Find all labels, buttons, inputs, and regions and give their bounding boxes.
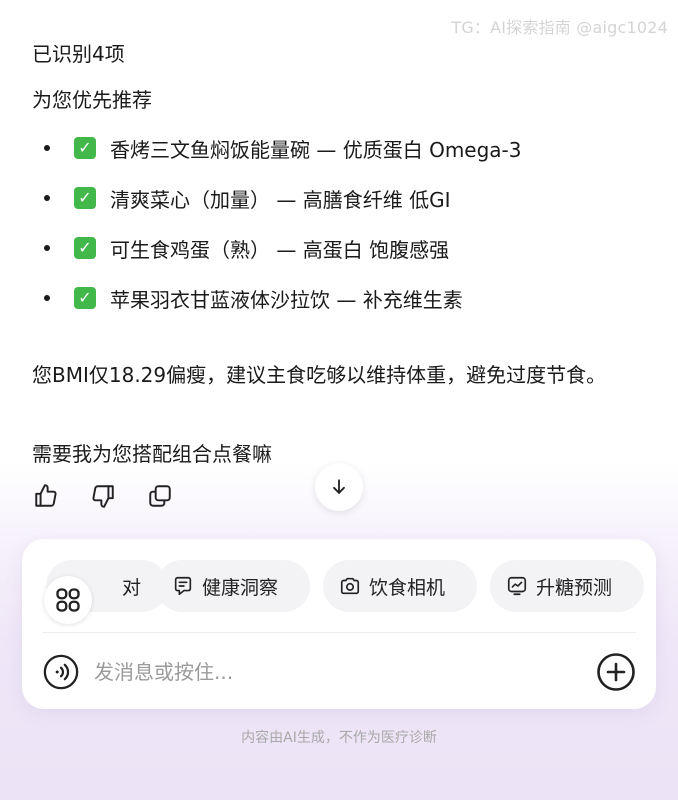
recommendation-list: ✓ 香烤三文鱼焖饭能量碗 — 优质蛋白 Omega-3 ✓ 清爽菜心（加量） —… (32, 134, 522, 334)
chip-label: 饮食相机 (369, 576, 446, 599)
chip-food-camera[interactable]: 饮食相机 (323, 560, 477, 612)
list-item: ✓ 可生食鸡蛋（熟） — 高蛋白 饱腹感强 (32, 234, 522, 262)
chip-label: 健康洞察 (202, 576, 279, 599)
thumbs-up-icon[interactable] (33, 483, 59, 509)
chip-label: 对 (122, 576, 142, 599)
bullet-icon (44, 295, 50, 301)
message-input-row (42, 649, 636, 695)
chip-label: 升糖预测 (536, 576, 613, 599)
glucose-chart-icon (507, 576, 527, 596)
list-item: ✓ 苹果羽衣甘蓝液体沙拉饮 — 补充维生素 (32, 284, 522, 312)
list-item: ✓ 香烤三文鱼焖饭能量碗 — 优质蛋白 Omega-3 (32, 134, 522, 162)
health-insight-icon (174, 576, 192, 596)
recommendation-text: 香烤三文鱼焖饭能量碗 — 优质蛋白 Omega-3 (110, 137, 522, 162)
bullet-icon (44, 145, 50, 151)
message-actions (33, 483, 173, 509)
composer-panel: 对 健康洞察 饮食相机 升糖预测 (22, 539, 656, 709)
grid-icon (56, 588, 80, 612)
check-icon: ✓ (74, 237, 96, 259)
scroll-to-bottom-button[interactable] (315, 463, 363, 511)
identified-count-text: 已识别4项 (32, 42, 125, 66)
bullet-icon (44, 245, 50, 251)
recommend-heading: 为您优先推荐 (32, 88, 152, 112)
composer-divider (42, 632, 636, 633)
recommendation-text: 苹果羽衣甘蓝液体沙拉饮 — 补充维生素 (110, 287, 463, 312)
list-item: ✓ 清爽菜心（加量） — 高膳食纤维 低GI (32, 184, 522, 212)
recommendation-text: 清爽菜心（加量） — 高膳食纤维 低GI (110, 187, 451, 212)
watermark: TG：AI探索指南 @aigc1024 (451, 18, 668, 37)
bmi-advice-text: 您BMI仅18.29偏瘦，建议主食吃够以维持体重，避免过度节食。 (32, 363, 607, 387)
copy-icon[interactable] (147, 483, 173, 509)
camera-icon (340, 577, 360, 595)
follow-up-question: 需要我为您搭配组合点餐嘛 (32, 442, 272, 466)
plus-icon[interactable] (596, 652, 636, 692)
check-icon: ✓ (74, 287, 96, 309)
voice-input-icon[interactable] (42, 653, 80, 691)
apps-grid-button[interactable] (44, 576, 92, 624)
ai-disclaimer: 内容由AI生成，不作为医疗诊断 (241, 730, 437, 746)
check-icon: ✓ (74, 137, 96, 159)
arrow-down-icon (333, 479, 345, 494)
thumbs-down-icon[interactable] (90, 483, 116, 509)
message-input[interactable] (94, 652, 596, 692)
bullet-icon (44, 195, 50, 201)
quick-action-chips: 对 健康洞察 饮食相机 升糖预测 (22, 560, 656, 624)
chip-health-insight[interactable]: 健康洞察 (156, 560, 310, 612)
check-icon: ✓ (74, 187, 96, 209)
chip-glucose-prediction[interactable]: 升糖预测 (490, 560, 644, 612)
recommendation-text: 可生食鸡蛋（熟） — 高蛋白 饱腹感强 (110, 237, 450, 262)
